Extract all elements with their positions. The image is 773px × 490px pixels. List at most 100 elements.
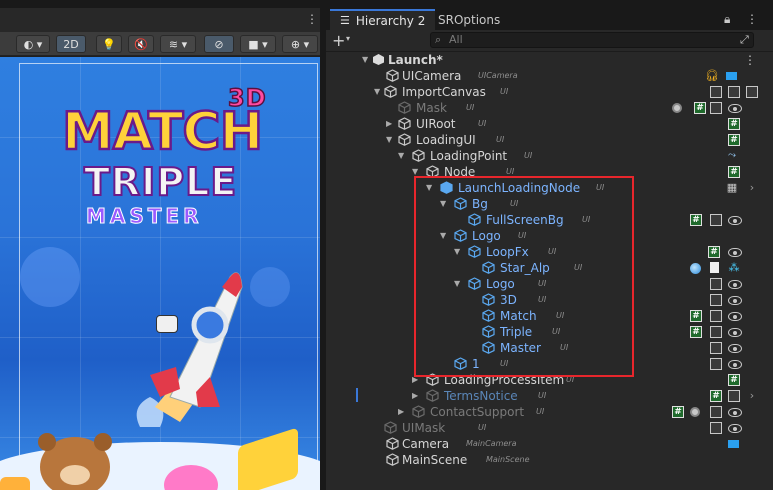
mode-2d-button[interactable]: 2D xyxy=(56,35,86,53)
audio-mute-icon[interactable]: 🔇 xyxy=(128,35,154,53)
row-label: Master xyxy=(500,341,541,355)
hierarchy-row[interactable]: ▶ LoadingProcessItem UI # xyxy=(326,372,773,388)
expand-chevron-icon[interactable]: › xyxy=(746,181,758,194)
expand-arrow-icon[interactable]: ▼ xyxy=(362,52,368,68)
lock-icon[interactable]: 🔒︎ xyxy=(724,12,730,27)
hierarchy-row[interactable]: UICamera UICamera 🎧︎ xyxy=(326,68,773,84)
collapse-arrow-icon[interactable]: ▶ xyxy=(398,404,404,420)
hash-component-icon: # xyxy=(728,134,740,146)
hierarchy-row[interactable]: ▼ Bg UI xyxy=(326,196,773,212)
scene-marker xyxy=(356,388,358,402)
hierarchy-row[interactable]: UIMask UI xyxy=(326,420,773,436)
gameobject-cube-icon xyxy=(440,181,453,194)
row-label: LoadingPoint xyxy=(430,149,508,163)
visibility-eye-icon[interactable] xyxy=(728,296,742,305)
visibility-eye-icon[interactable] xyxy=(728,424,742,433)
visibility-eye-icon[interactable] xyxy=(728,104,742,113)
image-component-icon xyxy=(710,86,722,98)
list-icon: ☰ xyxy=(340,14,350,27)
logo-master-text[interactable]: MASTER xyxy=(86,204,203,229)
row-tag: UI xyxy=(506,167,515,176)
hierarchy-row[interactable]: 1 UI xyxy=(326,356,773,372)
logo-match-text[interactable]: MATCH xyxy=(61,101,265,164)
add-object-button[interactable]: + xyxy=(332,31,345,50)
hierarchy-row[interactable]: ▼ Logo UI xyxy=(326,228,773,244)
bear-ear xyxy=(94,433,112,451)
row-label: Bg xyxy=(472,197,488,211)
image-component-icon xyxy=(710,278,722,290)
hierarchy-row[interactable]: ▼ LoopFx UI # xyxy=(326,244,773,260)
hierarchy-row[interactable]: Camera MainCamera xyxy=(326,436,773,452)
hierarchy-row[interactable]: 3D UI xyxy=(326,292,773,308)
hierarchy-row[interactable]: ▼ LaunchLoadingNode UI ▦ › xyxy=(326,180,773,196)
visibility-eye-icon[interactable] xyxy=(728,312,742,321)
row-label: FullScreenBg xyxy=(486,213,564,227)
gameobject-cube-icon xyxy=(426,373,439,386)
expand-arrow-icon[interactable]: ▼ xyxy=(386,132,392,148)
hierarchy-row[interactable]: ▶ TermsNotice UI # › xyxy=(326,388,773,404)
tab-sroptions[interactable]: SROptions xyxy=(428,9,510,30)
hierarchy-row[interactable]: ▼ ImportCanvas UI xyxy=(326,84,773,100)
animator-icon: ⤳ xyxy=(728,150,736,161)
hierarchy-row[interactable]: ▶ ContactSupport UI # xyxy=(326,404,773,420)
visibility-eye-icon[interactable] xyxy=(728,248,742,257)
prefab-grid-icon: ▦ xyxy=(726,181,738,194)
draw-mode-dropdown[interactable]: ◐ ▾ xyxy=(16,35,50,53)
expand-arrow-icon[interactable]: ▼ xyxy=(374,84,380,100)
game-preview[interactable]: 3D MATCH TRIPLE MASTER xyxy=(0,57,320,490)
gameobject-cube-icon xyxy=(468,213,481,226)
more-options-icon[interactable]: ⋮ xyxy=(306,12,318,26)
lighting-icon[interactable]: 💡 xyxy=(96,35,122,53)
hierarchy-row[interactable]: ▼ LoadingUI UI # xyxy=(326,132,773,148)
hierarchy-row[interactable]: ▼ LoadingPoint UI ⤳ xyxy=(326,148,773,164)
add-dropdown-icon[interactable]: ▾ xyxy=(346,34,350,43)
expand-chevron-icon[interactable]: › xyxy=(746,389,758,402)
logo-triple-text[interactable]: TRIPLE xyxy=(83,159,237,205)
collapse-arrow-icon[interactable]: ▶ xyxy=(412,372,418,388)
visibility-eye-icon[interactable] xyxy=(728,408,742,417)
more-options-icon[interactable]: ⋮ xyxy=(744,53,756,67)
tab-hierarchy-2[interactable]: ☰ Hierarchy 2 xyxy=(330,9,436,30)
hierarchy-row[interactable]: Triple UI # xyxy=(326,324,773,340)
expand-arrow-icon[interactable]: ▼ xyxy=(454,244,460,260)
hierarchy-row[interactable]: Match UI # xyxy=(326,308,773,324)
visibility-eye-icon[interactable] xyxy=(728,344,742,353)
collapse-arrow-icon[interactable]: ▶ xyxy=(412,388,418,404)
expand-arrow-icon[interactable]: ▼ xyxy=(398,148,404,164)
more-options-icon[interactable]: ⋮ xyxy=(746,12,758,26)
row-tag: UI xyxy=(560,343,569,352)
visibility-eye-icon[interactable] xyxy=(728,360,742,369)
camera-component-icon xyxy=(728,440,739,448)
expand-arrow-icon[interactable]: ▼ xyxy=(412,164,418,180)
visibility-eye-icon[interactable] xyxy=(728,280,742,289)
hierarchy-row[interactable]: Mask UI # xyxy=(326,100,773,116)
hierarchy-row[interactable]: FullScreenBg UI # xyxy=(326,212,773,228)
gameobject-cube-icon xyxy=(482,325,495,338)
expand-arrow-icon[interactable]: ▼ xyxy=(426,180,432,196)
camera-dropdown[interactable]: ■ ▾ xyxy=(240,35,276,53)
effects-dropdown[interactable]: ≋ ▾ xyxy=(160,35,196,53)
row-label: Logo xyxy=(472,229,501,243)
hierarchy-row[interactable]: MainScene MainScene xyxy=(326,452,773,468)
hash-component-icon: # xyxy=(728,166,740,178)
hash-component-icon: # xyxy=(690,214,702,226)
gizmos-dropdown[interactable]: ⊕ ▾ xyxy=(282,35,318,53)
hierarchy-row[interactable]: ▼ Launch* ⋮ xyxy=(326,52,773,68)
search-input[interactable]: ⌕ All xyxy=(430,32,754,48)
search-filter-icon[interactable]: ⤢ xyxy=(740,33,749,47)
collapse-arrow-icon[interactable]: ▶ xyxy=(386,116,392,132)
hierarchy-row[interactable]: ▶ UIRoot UI # xyxy=(326,116,773,132)
hierarchy-row[interactable]: ▼ Logo UI xyxy=(326,276,773,292)
gameobject-cube-icon xyxy=(398,117,411,130)
hierarchy-row[interactable]: Star_Alp UI ⁂ xyxy=(326,260,773,276)
row-tag: UICamera xyxy=(478,71,518,80)
expand-arrow-icon[interactable]: ▼ xyxy=(454,276,460,292)
hierarchy-row[interactable]: Master UI xyxy=(326,340,773,356)
hidden-objects-icon[interactable]: ⊘ xyxy=(204,35,234,53)
expand-arrow-icon[interactable]: ▼ xyxy=(440,228,446,244)
visibility-eye-icon[interactable] xyxy=(728,328,742,337)
expand-arrow-icon[interactable]: ▼ xyxy=(440,196,446,212)
visibility-eye-icon[interactable] xyxy=(728,216,742,225)
gameobject-cube-icon xyxy=(482,309,495,322)
hierarchy-row[interactable]: ▼ Node UI # xyxy=(326,164,773,180)
